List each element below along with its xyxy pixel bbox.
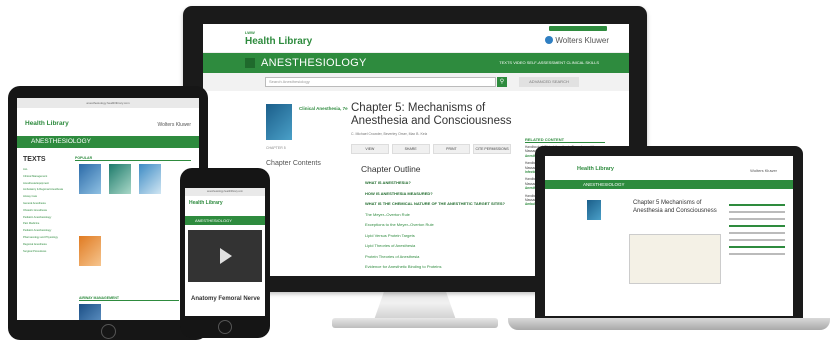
tablet-texts-item[interactable]: Clinical Management — [23, 175, 63, 178]
book-cover[interactable] — [266, 104, 292, 140]
outline-item[interactable]: Evidence for Anesthetic Binding to Prote… — [365, 264, 515, 269]
tablet-wolters-kluwer-logo: Wolters Kluwer — [157, 122, 191, 128]
laptop-video-player[interactable] — [629, 234, 721, 284]
tablet-home-button[interactable] — [101, 324, 116, 339]
laptop-related-line — [729, 218, 785, 220]
health-library-logo[interactable]: Health Library — [245, 36, 312, 47]
laptop-related-line — [729, 225, 785, 227]
phone-screen: anesthesiology.healthlibrary.com Health … — [185, 188, 265, 316]
tablet-texts-item[interactable]: Airway Care — [23, 195, 63, 198]
lww-logo: LWW — [245, 30, 255, 35]
phone-health-library-logo[interactable]: Health Library — [189, 200, 223, 206]
tablet-device: anesthesiology.healthlibrary.com Health … — [8, 86, 208, 340]
outline-item[interactable]: Exceptions to the Meyer–Overton Rule — [365, 222, 515, 227]
tablet-airway-heading: AIRWAY MANAGEMENT — [79, 296, 179, 301]
outline-item[interactable]: WHAT IS THE CHEMICAL NATURE OF THE ANEST… — [365, 201, 515, 206]
tablet-texts-item[interactable]: Surgical Procedures — [23, 250, 63, 253]
laptop-screen: Health Library Wolters Kluwer ANESTHESIO… — [545, 156, 793, 316]
outline-item[interactable]: WHAT IS ANESTHESIA? — [365, 180, 515, 185]
outline-item[interactable]: The Meyer–Overton Rule — [365, 212, 515, 217]
desktop-header: LWW Health Library Wolters Kluwer — [203, 24, 629, 53]
chapter-title: Chapter 5: Mechanisms of Anesthesia and … — [351, 102, 512, 127]
tablet-texts-item[interactable]: Ambulatory & Regional Anesthesia — [23, 188, 63, 191]
outline-item[interactable]: HOW IS ANESTHESIA MEASURED? — [365, 191, 515, 196]
laptop-related-line — [729, 246, 785, 248]
laptop-related-content — [729, 204, 785, 260]
tablet-section-bar[interactable]: ANESTHESIOLOGY — [17, 136, 199, 148]
section-dropdown-icon[interactable] — [245, 58, 255, 68]
tablet-book-cover[interactable] — [79, 164, 101, 194]
outline-item[interactable]: Lipid Theories of Anesthesia — [365, 243, 515, 248]
tablet-texts-list: ALL Clinical Management Anesthesia Equipme… — [23, 168, 63, 256]
signin-button[interactable] — [549, 26, 607, 31]
share-button[interactable]: SHARE — [391, 144, 430, 154]
laptop-related-line — [729, 239, 785, 241]
chapter-outline: WHAT IS ANESTHESIA? HOW IS ANESTHESIA MEA… — [365, 180, 515, 275]
laptop-chapter-title: Chapter 5 Mechanisms of Anesthesia and C… — [633, 200, 717, 214]
advanced-search-button[interactable]: ADVANCED SEARCH — [519, 77, 579, 87]
laptop-section-bar[interactable]: ANESTHESIOLOGY — [545, 180, 793, 189]
laptop-book-cover[interactable] — [587, 200, 601, 220]
phone-video-player[interactable] — [188, 230, 262, 282]
laptop-related-line — [729, 204, 785, 206]
search-button[interactable]: ⚲ — [497, 77, 507, 87]
tablet-address-bar[interactable]: anesthesiology.healthlibrary.com — [17, 98, 199, 108]
laptop-related-line — [729, 253, 785, 255]
search-row: Search Anesthesiology ⚲ ADVANCED SEARCH — [203, 73, 629, 91]
laptop-related-line — [729, 232, 785, 234]
top-nav[interactable]: TEXTS VIDEO SELF-ASSESSMENT CLINICAL SKI… — [499, 60, 599, 65]
outline-heading: Chapter Outline — [361, 164, 421, 174]
tablet-book-cover[interactable] — [109, 164, 131, 194]
phone-home-button[interactable] — [218, 320, 232, 334]
wk-icon — [545, 36, 554, 44]
tablet-texts-item[interactable]: General Anesthesia — [23, 202, 63, 205]
laptop-base — [508, 318, 830, 330]
monitor-stand-base — [332, 318, 498, 328]
chapter-toolbar: VIEW SHARE PRINT CITE PERMISSIONS — [351, 144, 511, 154]
play-icon[interactable] — [220, 248, 232, 264]
cite-permissions-button[interactable]: CITE PERMISSIONS — [473, 144, 511, 154]
chapter-label: CHAPTER 5 — [266, 146, 286, 150]
wolters-kluwer-logo: Wolters Kluwer — [545, 36, 609, 45]
tablet-health-library-logo[interactable]: Health Library — [25, 120, 69, 127]
tablet-popular-heading: POPULAR — [75, 156, 191, 161]
phone-device: anesthesiology.healthlibrary.com Health … — [180, 168, 270, 338]
laptop-related-line — [729, 211, 785, 213]
outline-item[interactable]: Protein Theories of Anesthesia — [365, 254, 515, 259]
chapter-contents-heading: Chapter Contents — [266, 160, 321, 167]
tablet-texts-item[interactable]: Obstetric Anesthesia — [23, 209, 63, 212]
related-heading: RELATED CONTENT — [525, 137, 605, 143]
book-title[interactable]: Clinical Anesthesia, 7e — [299, 106, 348, 112]
tablet-texts-item[interactable]: Pharmacology and Physiology — [23, 236, 63, 239]
laptop-wolters-kluwer-logo: Wolters Kluwer — [750, 168, 777, 173]
laptop-device: Health Library Wolters Kluwer ANESTHESIO… — [535, 146, 803, 320]
view-button[interactable]: VIEW — [351, 144, 389, 154]
tablet-texts-item[interactable]: ALL — [23, 168, 63, 171]
section-title: ANESTHESIOLOGY — [261, 57, 367, 69]
tablet-screen: anesthesiology.healthlibrary.com Health … — [17, 98, 199, 320]
tablet-book-cover[interactable] — [79, 236, 101, 266]
tablet-book-cover[interactable] — [79, 304, 101, 320]
outline-item[interactable]: Lipid Versus Protein Targets — [365, 233, 515, 238]
phone-video-caption: Anatomy Femoral Nerve — [191, 296, 261, 302]
tablet-texts-item[interactable]: Regional Anesthesia — [23, 243, 63, 246]
wk-label: Wolters Kluwer — [555, 36, 609, 45]
tablet-texts-heading: TEXTS — [23, 156, 46, 163]
phone-address-bar[interactable]: anesthesiology.healthlibrary.com — [185, 188, 265, 196]
print-button[interactable]: PRINT — [432, 144, 471, 154]
tablet-texts-item[interactable]: Anesthesia Equipment — [23, 182, 63, 185]
tablet-texts-item[interactable]: Pediatric Anesthesiology — [23, 216, 63, 219]
chapter-authors: C. Michael Crowder, Beverley Orser, Max … — [351, 132, 428, 136]
tablet-texts-item[interactable]: Pain Medicine — [23, 222, 63, 225]
tablet-texts-item[interactable]: Pediatric Anesthesiology — [23, 229, 63, 232]
phone-section-bar[interactable]: ANESTHESIOLOGY — [185, 216, 265, 225]
section-bar: ANESTHESIOLOGY TEXTS VIDEO SELF-ASSESSME… — [203, 53, 629, 73]
laptop-health-library-logo[interactable]: Health Library — [577, 166, 614, 172]
search-input[interactable]: Search Anesthesiology — [265, 77, 496, 87]
tablet-book-cover[interactable] — [139, 164, 161, 194]
